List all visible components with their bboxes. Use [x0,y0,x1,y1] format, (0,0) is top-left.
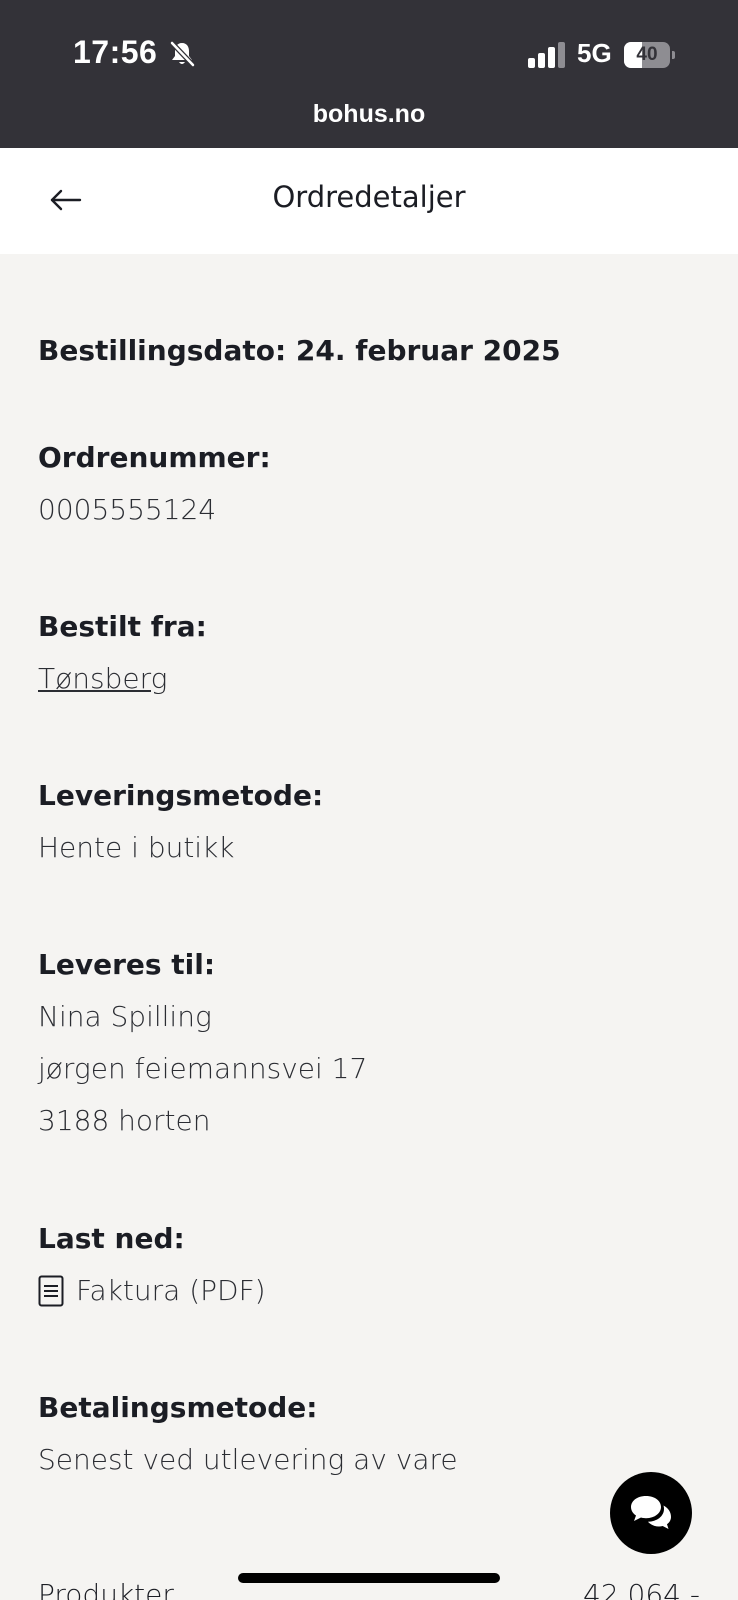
order-number-section: Ordrenummer: 0005555124 [38,432,271,536]
home-indicator[interactable] [238,1573,500,1583]
delivery-method-value: Hente i butikk [38,831,235,864]
document-icon [38,1275,64,1307]
store-link[interactable]: Tønsberg [38,653,207,705]
deliver-to-label: Leveres til: [38,948,216,981]
ordered-from-label: Bestilt fra: [38,610,207,643]
invoice-download-link[interactable]: Faktura (PDF) [38,1265,266,1317]
signal-icon [528,42,565,68]
download-label: Last ned: [38,1222,185,1255]
download-section: Last ned: Faktura (PDF) [38,1213,266,1317]
chat-button[interactable] [610,1472,692,1554]
recipient-street: jørgen feiemannsvei 17 [38,1052,368,1085]
page-title: Ordredetaljer [272,180,466,214]
status-time: 17:56 [73,34,158,70]
ordered-from-section: Bestilt fra: Tønsberg [38,601,207,705]
url-label[interactable]: bohus.no [0,100,738,129]
status-bar: 17:56 5G 40 bohus.no [0,0,738,148]
recipient-name: Nina Spilling [38,1000,212,1033]
chat-bubbles-icon [631,1496,671,1529]
order-date: Bestillingsdato: 24. februar 2025 [38,334,561,367]
page-header: Ordredetaljer [0,148,738,254]
battery-level: 40 [636,44,658,65]
recipient-city: 3188 horten [38,1104,211,1137]
delivery-method-section: Leveringsmetode: Hente i butikk [38,770,323,874]
network-label: 5G [577,38,612,68]
order-number-value: 0005555124 [38,493,217,526]
invoice-link-label: Faktura (PDF) [76,1274,266,1307]
order-number-label: Ordrenummer: [38,441,271,474]
bell-slash-icon [170,41,195,67]
products-label: Produkter [38,1578,174,1600]
battery-indicator: 40 [624,42,675,68]
payment-method-value: Senest ved utlevering av vare [38,1443,458,1476]
payment-method-label: Betalingsmetode: [38,1391,318,1424]
deliver-to-section: Leveres til: Nina Spilling jørgen feiema… [38,939,367,1147]
delivery-method-label: Leveringsmetode: [38,779,324,812]
payment-method-section: Betalingsmetode: Senest ved utlevering a… [38,1382,458,1486]
products-value: 42 064,- [583,1578,700,1600]
